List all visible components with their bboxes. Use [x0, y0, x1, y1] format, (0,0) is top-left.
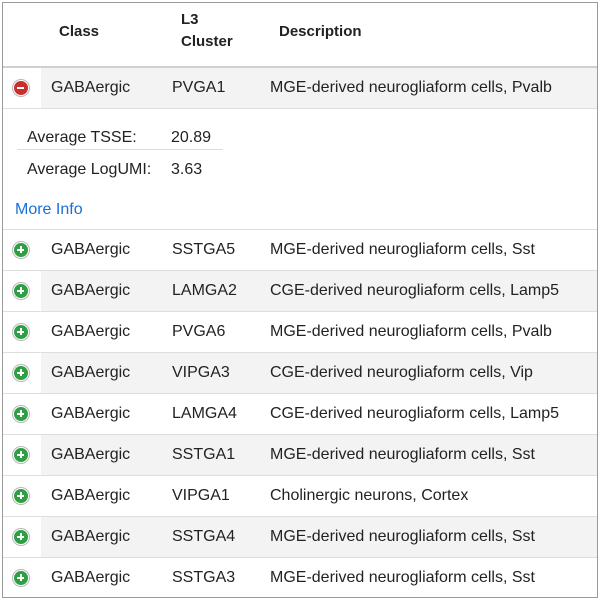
logumi-label: Average LogUMI: [27, 161, 152, 178]
toggle-cell[interactable] [3, 394, 41, 434]
description-cell: MGE-derived neurogliaform cells, Pvalb [259, 68, 597, 108]
class-cell: GABAergic [51, 323, 131, 340]
table-body: GABAergic SSTGA5 MGE-derived neurogliaform… [3, 230, 597, 597]
class-cell: GABAergic [51, 569, 131, 586]
description-cell: Cholinergic neurons, Cortex [270, 487, 469, 504]
cluster-cell: VIPGA3 [161, 353, 259, 393]
header-cluster-line2: Cluster [181, 33, 233, 50]
description-cell: CGE-derived neurogliaform cells, Lamp5 [259, 271, 597, 311]
table-row[interactable]: GABAergic VIPGA1 Cholinergic neurons, Cort… [3, 476, 597, 517]
more-info-link[interactable]: More Info [15, 201, 83, 219]
header-cluster-line1: L3 [181, 11, 199, 28]
class-cell: GABAergic [41, 68, 161, 108]
description-cell: MGE-derived neurogliaform cells, Sst [259, 517, 597, 557]
toggle-cell[interactable] [3, 476, 41, 516]
table-row[interactable]: GABAergic SSTGA4 MGE-derived neurogliaform… [3, 517, 597, 558]
cluster-table: Class L3 Cluster Description GABAergic P… [2, 2, 598, 598]
toggle-cell[interactable] [3, 517, 41, 557]
table-row[interactable]: GABAergic LAMGA4 CGE-derived neurogliaform… [3, 394, 597, 435]
class-cell: GABAergic [51, 241, 131, 258]
toggle-cell[interactable] [3, 230, 41, 270]
expand-icon[interactable] [13, 488, 29, 504]
table-row[interactable]: GABAergic SSTGA3 MGE-derived neurogliaform… [3, 558, 597, 597]
toggle-cell[interactable] [3, 353, 41, 393]
toggle-cell[interactable] [3, 68, 41, 108]
description-cell: MGE-derived neurogliaform cells, Sst [270, 241, 535, 258]
cluster-cell: SSTGA1 [161, 435, 259, 475]
table-row-expanded[interactable]: GABAergic PVGA1 MGE-derived neurogliafor… [3, 68, 597, 109]
cluster-cell: LAMGA2 [161, 271, 259, 311]
description-cell: MGE-derived neurogliaform cells, Sst [259, 435, 597, 475]
expand-icon[interactable] [13, 283, 29, 299]
toggle-cell[interactable] [3, 435, 41, 475]
description-cell: MGE-derived neurogliaform cells, Sst [270, 569, 535, 586]
toggle-cell[interactable] [3, 312, 41, 352]
cluster-cell: SSTGA5 [172, 241, 236, 258]
table-row[interactable]: GABAergic SSTGA5 MGE-derived neurogliaform… [3, 230, 597, 271]
cluster-cell: PVGA6 [172, 323, 226, 340]
row-details: Average TSSE: 20.89 Average LogUMI: 3.63… [3, 109, 597, 230]
header-class[interactable]: Class [59, 21, 99, 43]
description-cell: MGE-derived neurogliaform cells, Pvalb [270, 323, 552, 340]
class-cell: GABAergic [41, 517, 161, 557]
tsse-value: 20.89 [171, 129, 212, 146]
class-cell: GABAergic [41, 271, 161, 311]
toggle-cell[interactable] [3, 558, 41, 597]
table-row[interactable]: GABAergic LAMGA2 CGE-derived neurogliaform… [3, 271, 597, 312]
table-row[interactable]: GABAergic VIPGA3 CGE-derived neurogliaform… [3, 353, 597, 394]
description-cell: CGE-derived neurogliaform cells, Lamp5 [270, 405, 560, 422]
cluster-cell: PVGA1 [161, 68, 259, 108]
class-cell: GABAergic [41, 353, 161, 393]
expand-icon[interactable] [13, 447, 29, 463]
header-description[interactable]: Description [279, 21, 362, 43]
expand-icon[interactable] [13, 406, 29, 422]
expand-icon[interactable] [13, 324, 29, 340]
cluster-cell: SSTGA3 [172, 569, 236, 586]
cluster-cell: LAMGA4 [172, 405, 237, 422]
expand-icon[interactable] [13, 365, 29, 381]
cluster-cell: VIPGA1 [172, 487, 230, 504]
header-cluster[interactable]: L3 Cluster [181, 9, 261, 53]
table-header: Class L3 Cluster Description [3, 3, 597, 68]
expand-icon[interactable] [13, 570, 29, 586]
table-row[interactable]: GABAergic PVGA6 MGE-derived neurogliaform … [3, 312, 597, 353]
class-cell: GABAergic [51, 405, 131, 422]
tsse-label: Average TSSE: [27, 129, 137, 146]
collapse-icon[interactable] [13, 80, 29, 96]
logumi-value: 3.63 [171, 161, 203, 178]
description-cell: CGE-derived neurogliaform cells, Vip [259, 353, 597, 393]
cluster-cell: SSTGA4 [161, 517, 259, 557]
expand-icon[interactable] [13, 242, 29, 258]
detail-tsse: Average TSSE: 20.89 [17, 109, 223, 150]
toggle-cell[interactable] [3, 271, 41, 311]
class-cell: GABAergic [51, 487, 131, 504]
detail-logumi: Average LogUMI: 3.63 [17, 151, 223, 192]
class-cell: GABAergic [41, 435, 161, 475]
table-row[interactable]: GABAergic SSTGA1 MGE-derived neurogliaform… [3, 435, 597, 476]
expand-icon[interactable] [13, 529, 29, 545]
